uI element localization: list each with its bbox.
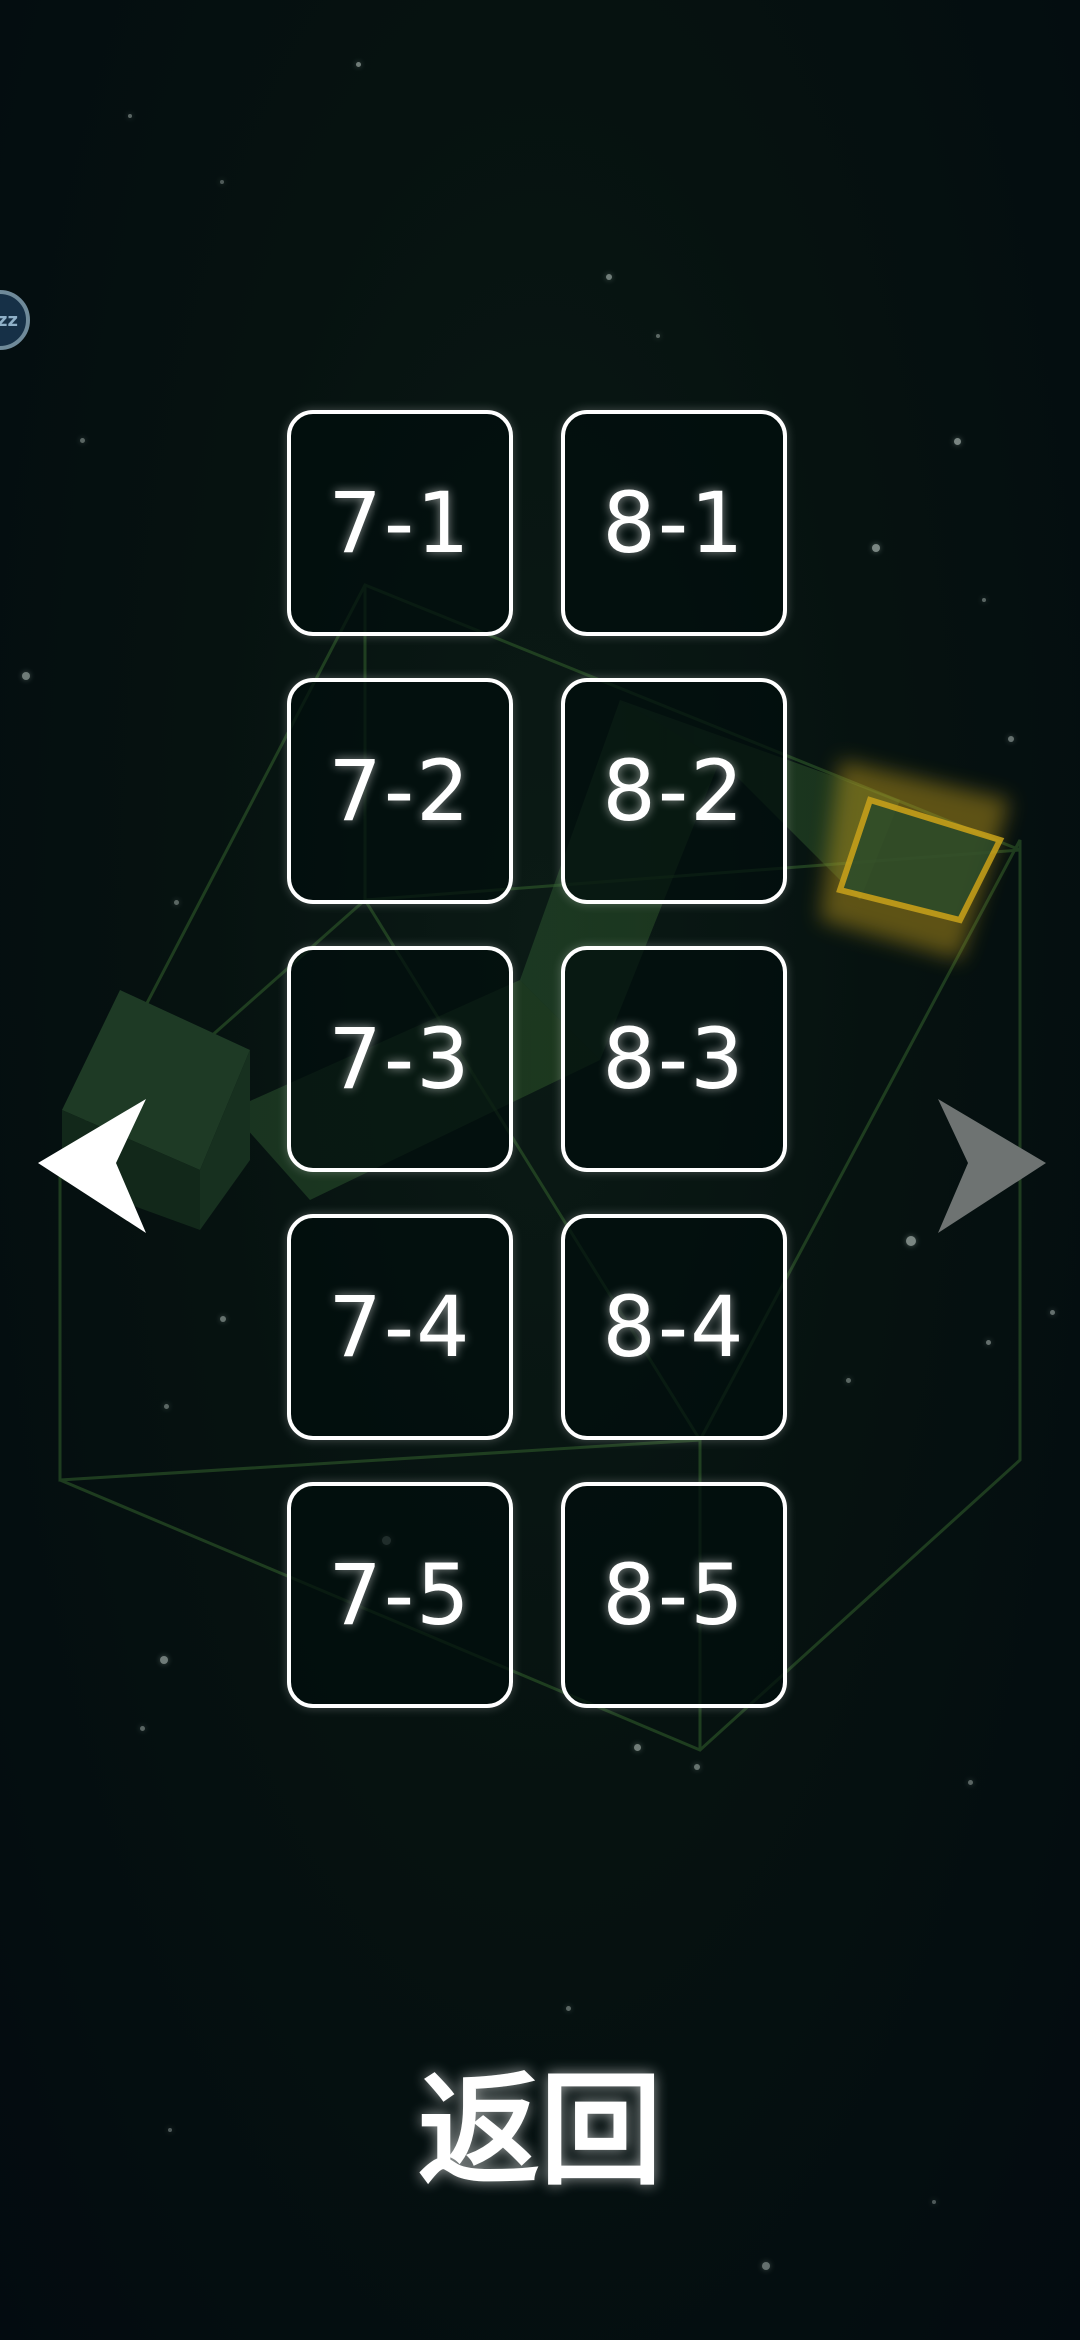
right-arrow-icon [938,1099,1046,1233]
level-button-7-3[interactable]: 7-3 [287,946,513,1172]
level-button-7-4[interactable]: 7-4 [287,1214,513,1440]
next-page-button[interactable] [930,1095,1050,1235]
level-select-screen: zz 7-1 8-1 7-2 8-2 7-3 8-3 7-4 8-4 7-5 8… [0,0,1080,2340]
back-button[interactable]: 返回 [340,2045,740,2202]
goal-tile [820,760,1010,960]
level-button-7-1[interactable]: 7-1 [287,410,513,636]
previous-page-button[interactable] [34,1095,154,1235]
level-button-7-2[interactable]: 7-2 [287,678,513,904]
level-button-8-2[interactable]: 8-2 [561,678,787,904]
level-button-8-3[interactable]: 8-3 [561,946,787,1172]
level-button-8-1[interactable]: 8-1 [561,410,787,636]
left-arrow-icon [38,1099,146,1233]
level-button-7-5[interactable]: 7-5 [287,1482,513,1708]
level-button-8-5[interactable]: 8-5 [561,1482,787,1708]
sleep-badge-label: zz [0,309,18,331]
level-grid: 7-1 8-1 7-2 8-2 7-3 8-3 7-4 8-4 7-5 8-5 [287,410,793,1708]
level-button-8-4[interactable]: 8-4 [561,1214,787,1440]
